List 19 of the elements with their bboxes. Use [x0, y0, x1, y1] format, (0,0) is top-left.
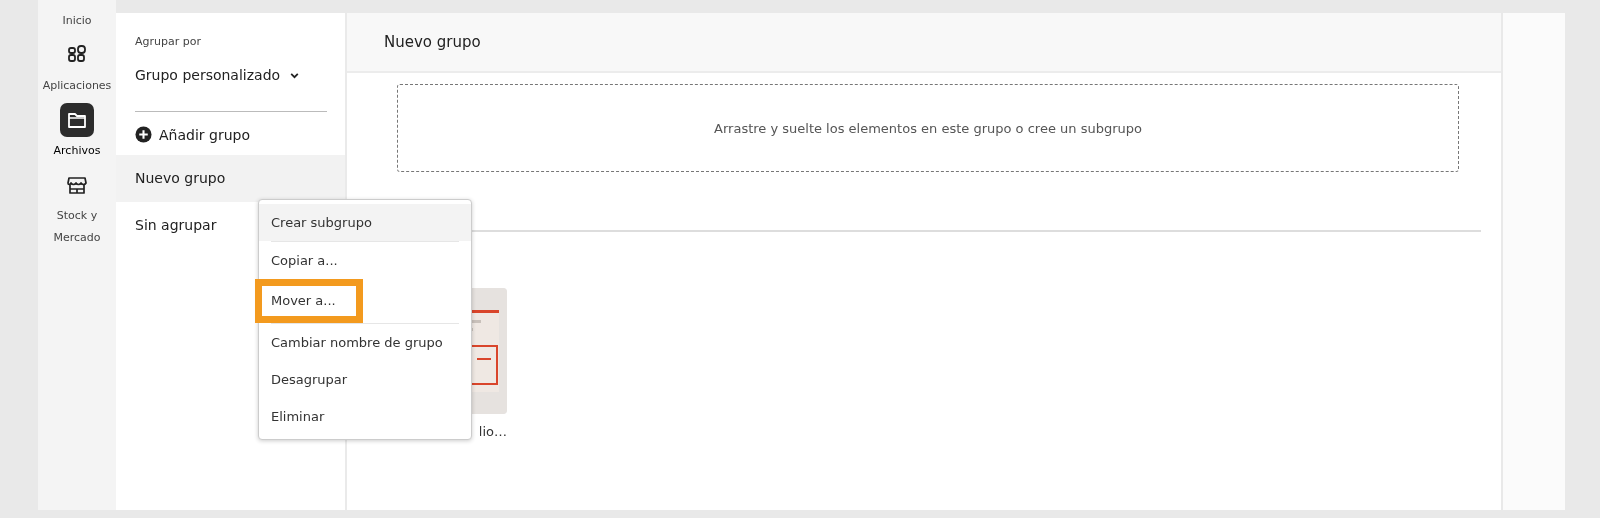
card-title[interactable]: lio… [478, 424, 507, 439]
menu-item[interactable]: Crear subgrupo [259, 204, 471, 241]
menu-item[interactable]: Copiar a... [259, 242, 471, 279]
menu-item[interactable]: Mover a... [255, 279, 363, 323]
menu-item[interactable]: Desagrupar [259, 361, 471, 398]
group-title: Nuevo grupo [384, 33, 481, 51]
add-icon [135, 126, 152, 143]
group-by-label: Agrupar por [135, 35, 202, 48]
add-group-button[interactable]: Añadir grupo [135, 126, 250, 143]
nav-label[interactable]: Archivos [40, 140, 114, 162]
group-item[interactable]: Nuevo grupo [116, 155, 345, 202]
folder-icon[interactable] [60, 103, 94, 137]
drop-hint: Arrastre y suelte los elementos en este grupo o cree un subgrupo [714, 120, 1142, 136]
nav-label[interactable]: Inicio [40, 10, 114, 32]
menu-item[interactable]: Cambiar nombre de grupo [259, 324, 471, 361]
menu-item[interactable]: Eliminar [259, 398, 471, 435]
nav-label[interactable]: Aplicaciones [40, 75, 114, 97]
nav-label[interactable]: Stock y Mercado [40, 205, 114, 249]
group-by-dropdown[interactable]: Grupo personalizado [135, 67, 301, 83]
